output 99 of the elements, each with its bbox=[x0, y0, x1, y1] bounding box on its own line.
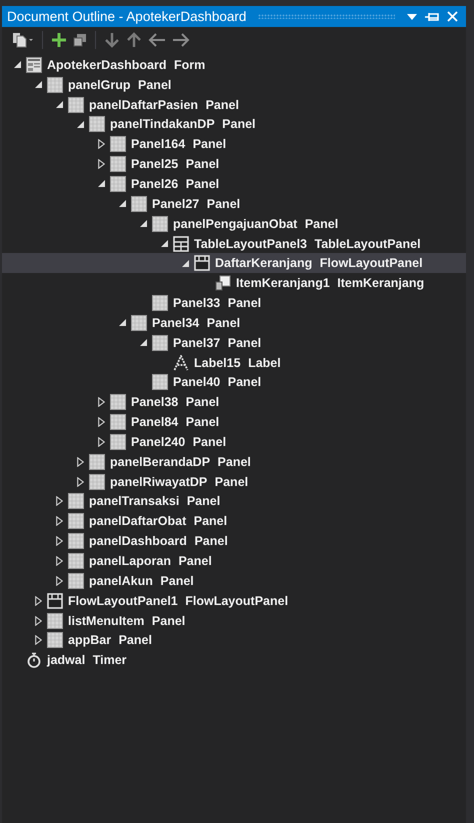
label-icon bbox=[173, 354, 189, 371]
window-title: Document Outline - ApotekerDashboard bbox=[7, 9, 246, 24]
down-arrow-icon[interactable] bbox=[104, 32, 120, 48]
user-control-icon bbox=[215, 275, 231, 292]
collapsed-arrow-icon[interactable] bbox=[56, 536, 63, 546]
tree-item[interactable]: panelBerandaDP Panel bbox=[2, 452, 466, 472]
expanded-arrow-icon[interactable] bbox=[14, 61, 21, 68]
tree-item[interactable]: listMenuItem Panel bbox=[2, 610, 466, 630]
panel-icon bbox=[89, 474, 105, 490]
flow-layout-icon bbox=[194, 255, 210, 272]
collapsed-arrow-icon[interactable] bbox=[56, 576, 63, 586]
tree-item[interactable]: Panel240 Panel bbox=[2, 432, 466, 452]
expanded-arrow-icon[interactable] bbox=[35, 81, 42, 88]
dropdown-icon[interactable] bbox=[407, 14, 417, 20]
tree-item[interactable]: Panel164 Panel bbox=[2, 134, 466, 154]
collapsed-arrow-icon[interactable] bbox=[98, 436, 105, 447]
expanded-arrow-icon[interactable] bbox=[77, 120, 84, 128]
tree-item[interactable]: jadwal Timer bbox=[2, 650, 466, 670]
panel-icon bbox=[68, 493, 84, 510]
panel-icon bbox=[68, 572, 84, 589]
tree-item[interactable]: panelDaftarPasien Panel bbox=[2, 94, 466, 115]
tree-item[interactable]: Panel40 Panel bbox=[2, 372, 466, 392]
tree-item[interactable]: panelLaporan Panel bbox=[2, 551, 466, 571]
expanded-arrow-icon[interactable] bbox=[119, 319, 126, 326]
panel-icon bbox=[110, 156, 126, 172]
plus-icon[interactable] bbox=[51, 32, 67, 48]
collapsed-arrow-icon[interactable] bbox=[56, 516, 63, 526]
flow-layout-icon bbox=[47, 592, 63, 609]
tree-item[interactable]: FlowLayoutPanel1 FlowLayoutPanel bbox=[2, 590, 466, 611]
up-arrow-icon[interactable] bbox=[126, 32, 142, 48]
panel-icon bbox=[68, 96, 84, 113]
panel-icon bbox=[110, 176, 126, 192]
panel-icon bbox=[68, 513, 84, 530]
tree-item[interactable]: Label15 Label bbox=[2, 352, 466, 372]
expanded-arrow-icon[interactable] bbox=[98, 180, 105, 188]
expanded-arrow-icon[interactable] bbox=[56, 101, 63, 108]
expanded-arrow-icon[interactable] bbox=[161, 240, 168, 248]
panel-icon bbox=[47, 612, 63, 629]
panel-icon bbox=[68, 533, 84, 550]
expanded-arrow-icon[interactable] bbox=[182, 260, 189, 267]
collapsed-arrow-icon[interactable] bbox=[77, 476, 84, 487]
tree-item[interactable]: ApotekerDashboard Form bbox=[2, 55, 466, 75]
tree-item[interactable]: panelGrup Panel bbox=[2, 74, 466, 95]
collapsed-arrow-icon[interactable] bbox=[77, 456, 84, 467]
tree-item[interactable]: panelPengajuanObat Panel bbox=[2, 214, 466, 234]
collapsed-arrow-icon[interactable] bbox=[35, 596, 42, 606]
tree-item[interactable]: panelDaftarObat Panel bbox=[2, 511, 466, 532]
pin-icon[interactable] bbox=[425, 12, 439, 22]
tree-item[interactable]: appBar Panel bbox=[2, 630, 466, 650]
panel-icon bbox=[152, 216, 168, 232]
collapsed-arrow-icon[interactable] bbox=[56, 556, 63, 566]
collapsed-arrow-icon[interactable] bbox=[56, 496, 63, 506]
tree-item[interactable]: DaftarKeranjang FlowLayoutPanel bbox=[2, 253, 466, 274]
tree-item[interactable]: panelAkun Panel bbox=[2, 570, 466, 591]
tree-item[interactable]: Panel25 Panel bbox=[2, 154, 466, 174]
expanded-arrow-icon[interactable] bbox=[119, 200, 126, 208]
collapsed-arrow-icon[interactable] bbox=[35, 616, 42, 626]
tree-item[interactable]: Panel34 Panel bbox=[2, 312, 466, 333]
panel-icon bbox=[110, 434, 126, 450]
panel-icon bbox=[68, 553, 84, 570]
stopwatch-icon bbox=[26, 652, 42, 668]
panel-icon bbox=[47, 632, 63, 648]
collapsed-arrow-icon[interactable] bbox=[98, 397, 105, 408]
tree-item[interactable]: panelTindakanDP Panel bbox=[2, 114, 466, 134]
tree-item[interactable]: Panel84 Panel bbox=[2, 412, 466, 432]
tree-item[interactable]: panelDashboard Panel bbox=[2, 531, 466, 552]
tree-item[interactable]: Panel37 Panel bbox=[2, 332, 466, 353]
collapsed-arrow-icon[interactable] bbox=[98, 139, 105, 150]
panel-icon bbox=[89, 116, 105, 132]
tree-item[interactable]: Panel26 Panel bbox=[2, 174, 466, 194]
panel-icon bbox=[131, 196, 147, 212]
tree-item[interactable]: Panel27 Panel bbox=[2, 194, 466, 214]
tree-item[interactable]: panelTransaksi Panel bbox=[2, 492, 466, 512]
panel-icon bbox=[131, 314, 147, 331]
table-icon bbox=[173, 236, 189, 252]
panel-icon bbox=[47, 76, 63, 93]
panel-icon bbox=[152, 374, 168, 390]
panel-icon bbox=[89, 454, 105, 470]
left-arrow-icon[interactable] bbox=[148, 32, 166, 48]
tree-item[interactable]: Panel33 Panel bbox=[2, 293, 466, 313]
expanded-arrow-icon[interactable] bbox=[140, 220, 147, 228]
panel-icon bbox=[152, 334, 168, 351]
tree-item[interactable]: Panel38 Panel bbox=[2, 392, 466, 412]
collapsed-arrow-icon[interactable] bbox=[35, 635, 42, 646]
form-icon bbox=[26, 56, 42, 73]
documents-icon[interactable] bbox=[12, 32, 34, 48]
right-arrow-icon[interactable] bbox=[172, 32, 190, 48]
panel-icon bbox=[152, 295, 168, 312]
tree-item[interactable]: TableLayoutPanel3 TableLayoutPanel bbox=[2, 234, 466, 254]
tree-item[interactable]: ItemKeranjang1 ItemKeranjang bbox=[2, 273, 466, 294]
close-icon[interactable] bbox=[447, 11, 458, 22]
tree-item[interactable]: panelRiwayatDP Panel bbox=[2, 472, 466, 492]
panel-icon bbox=[110, 394, 126, 410]
collapsed-arrow-icon[interactable] bbox=[98, 159, 105, 170]
stack-icon[interactable] bbox=[73, 33, 87, 47]
panel-icon bbox=[110, 136, 126, 152]
expanded-arrow-icon[interactable] bbox=[140, 339, 147, 346]
collapsed-arrow-icon[interactable] bbox=[98, 417, 105, 428]
panel-icon bbox=[110, 414, 126, 430]
